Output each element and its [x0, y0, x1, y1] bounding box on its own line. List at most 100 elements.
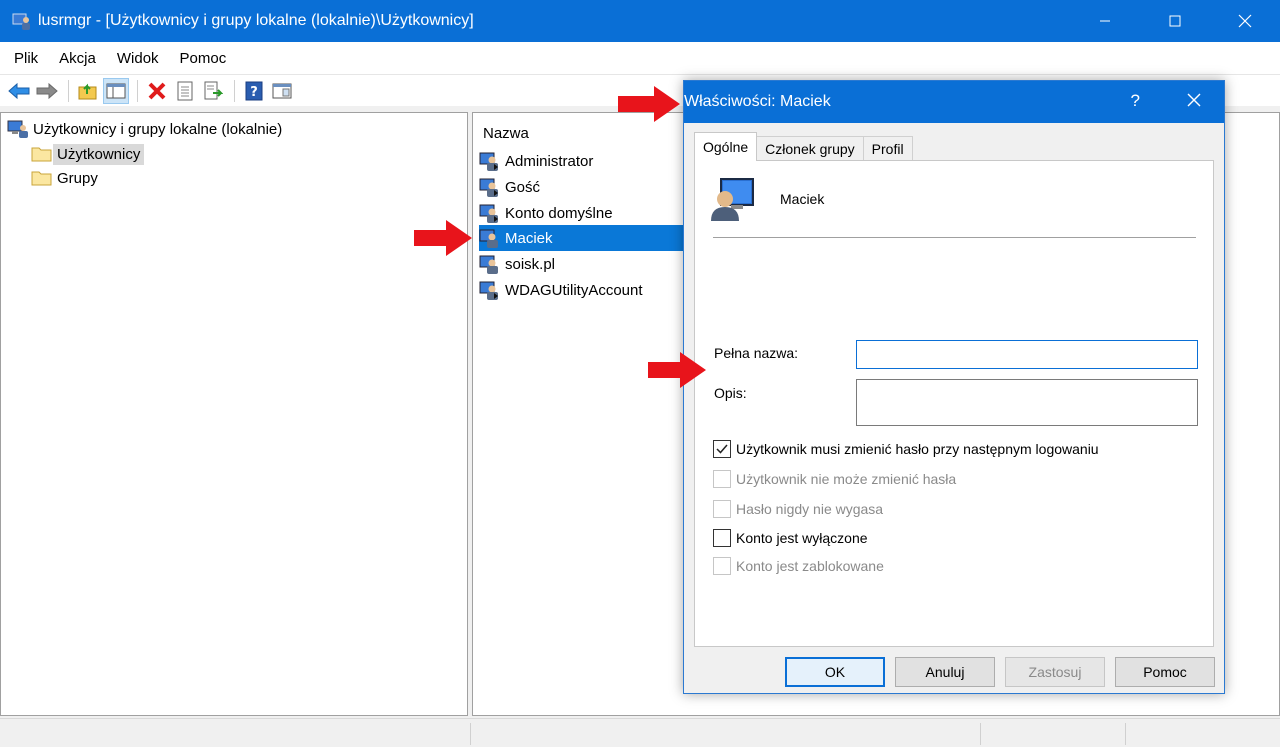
- list-item[interactable]: WDAGUtilityAccount: [479, 277, 685, 303]
- forward-icon: [36, 82, 58, 99]
- description-label: Opis:: [714, 385, 747, 401]
- status-bar-segment: [980, 723, 981, 745]
- maximize-icon: [1169, 15, 1181, 27]
- checkbox-account-disabled[interactable]: Konto jest wyłączone: [713, 529, 868, 547]
- checkbox-label: Użytkownik musi zmienić hasło przy nastę…: [736, 441, 1099, 457]
- back-button[interactable]: [6, 78, 32, 104]
- tree-item-label: Użytkownicy: [53, 143, 145, 165]
- user-icon: [479, 255, 498, 274]
- red-arrow-icon: [618, 86, 680, 122]
- red-arrow-icon: [648, 352, 706, 388]
- show-hide-tree-icon: [106, 83, 126, 98]
- help-dialog-button[interactable]: Pomoc: [1115, 657, 1215, 687]
- user-icon: [479, 229, 498, 248]
- up-folder-button[interactable]: [75, 78, 101, 104]
- folder-icon: [31, 147, 52, 162]
- close-window-button[interactable]: [1210, 0, 1280, 42]
- console-view-icon: [272, 83, 292, 98]
- checkbox-box[interactable]: [713, 440, 731, 458]
- toolbar-separator: [137, 79, 138, 102]
- console-view-button[interactable]: [269, 78, 295, 104]
- minimize-icon: [1100, 20, 1110, 22]
- maximize-button[interactable]: [1140, 0, 1210, 42]
- window-title-bar: lusrmgr - [Użytkownicy i grupy lokalne (…: [0, 0, 1280, 42]
- window-title: lusrmgr - [Użytkownicy i grupy lokalne (…: [38, 12, 474, 29]
- checkbox-label: Konto jest wyłączone: [736, 530, 868, 546]
- properties-icon: [177, 81, 193, 100]
- help-icon: ?: [245, 81, 263, 100]
- tab-member-of[interactable]: Członek grupy: [756, 136, 864, 161]
- checkbox-box[interactable]: [713, 529, 731, 547]
- tree-item-label: Grupy: [57, 169, 98, 187]
- checkbox-box[interactable]: [713, 470, 731, 488]
- list-item[interactable]: Gość: [479, 174, 685, 200]
- apply-button[interactable]: Zastosuj: [1005, 657, 1105, 687]
- export-list-icon: [204, 81, 223, 99]
- back-icon: [8, 82, 30, 99]
- folder-icon: [31, 171, 52, 186]
- checkbox-account-locked[interactable]: Konto jest zablokowane: [713, 557, 884, 575]
- dialog-title: Właściwości: Maciek: [684, 93, 831, 110]
- show-hide-tree-button[interactable]: [103, 77, 129, 104]
- list-item[interactable]: Konto domyślne: [479, 200, 685, 226]
- checkbox-label: Konto jest zablokowane: [736, 558, 884, 574]
- cancel-button[interactable]: Anuluj: [895, 657, 995, 687]
- list-item-selected[interactable]: Maciek: [479, 225, 685, 251]
- close-icon: [1238, 14, 1252, 28]
- separator-line: [713, 237, 1196, 238]
- dialog-title-bar[interactable]: Właściwości: Maciek ?: [684, 81, 1224, 123]
- menu-widok[interactable]: Widok: [117, 50, 159, 67]
- tab-profile[interactable]: Profil: [862, 136, 913, 161]
- delete-button[interactable]: [144, 78, 170, 104]
- dialog-tabs: Ogólne Członek grupy Profil: [694, 132, 913, 161]
- tree-root-item[interactable]: Użytkownicy i grupy lokalne (lokalnie): [7, 117, 286, 141]
- dialog-close-button[interactable]: [1186, 92, 1202, 112]
- column-header-name[interactable]: Nazwa: [483, 125, 529, 142]
- tab-general[interactable]: Ogólne: [694, 132, 758, 161]
- delete-icon: [148, 82, 166, 99]
- toolbar-separator: [68, 79, 69, 102]
- list-item-label: Administrator: [505, 152, 594, 170]
- help-button[interactable]: ?: [241, 78, 267, 104]
- tree-root-label: Użytkownicy i grupy lokalne (lokalnie): [33, 120, 283, 138]
- list-item-label: Gość: [505, 178, 541, 196]
- user-icon: [479, 178, 498, 197]
- user-large-icon: [709, 175, 757, 223]
- list-item-label: soisk.pl: [505, 255, 556, 273]
- user-icon: [479, 152, 498, 171]
- dialog-help-button[interactable]: ?: [1131, 91, 1140, 111]
- user-name-label: Maciek: [780, 191, 825, 207]
- ok-button[interactable]: OK: [785, 657, 885, 687]
- forward-button[interactable]: [34, 78, 60, 104]
- red-arrow-icon: [414, 220, 472, 256]
- checkbox-box[interactable]: [713, 557, 731, 575]
- properties-dialog: Właściwości: Maciek ? Ogólne Członek gru…: [683, 80, 1225, 694]
- full-name-label: Pełna nazwa:: [714, 345, 799, 361]
- export-list-button[interactable]: [200, 78, 226, 104]
- checkbox-password-never-expires[interactable]: Hasło nigdy nie wygasa: [713, 500, 883, 518]
- user-icon: [479, 204, 498, 223]
- user-icon: [479, 281, 498, 300]
- menu-pomoc[interactable]: Pomoc: [180, 50, 227, 67]
- toolbar-separator: [234, 79, 235, 102]
- checkbox-must-change-password[interactable]: Użytkownik musi zmienić hasło przy nastę…: [713, 440, 1099, 458]
- status-bar-segment: [1125, 723, 1126, 745]
- lusrmgr-app-icon[interactable]: [12, 11, 32, 31]
- description-input[interactable]: [856, 379, 1198, 426]
- minimize-button[interactable]: [1070, 0, 1140, 42]
- checkbox-box[interactable]: [713, 500, 731, 518]
- list-item[interactable]: Administrator: [479, 148, 685, 174]
- tree-pane: Użytkownicy i grupy lokalne (lokalnie) U…: [0, 112, 468, 716]
- checkbox-cannot-change-password[interactable]: Użytkownik nie może zmienić hasła: [713, 470, 956, 488]
- svg-text:?: ?: [250, 85, 258, 100]
- checkmark-icon: [716, 444, 728, 454]
- menu-plik[interactable]: Plik: [14, 50, 38, 67]
- menu-bar: Plik Akcja Widok Pomoc: [0, 42, 1280, 74]
- tree-item-users[interactable]: Użytkownicy: [31, 142, 145, 166]
- tree-item-groups[interactable]: Grupy: [31, 166, 102, 190]
- status-bar-segment: [470, 723, 471, 745]
- menu-akcja[interactable]: Akcja: [59, 50, 96, 67]
- properties-button[interactable]: [172, 78, 198, 104]
- full-name-input[interactable]: [856, 340, 1198, 369]
- list-item[interactable]: soisk.pl: [479, 251, 685, 277]
